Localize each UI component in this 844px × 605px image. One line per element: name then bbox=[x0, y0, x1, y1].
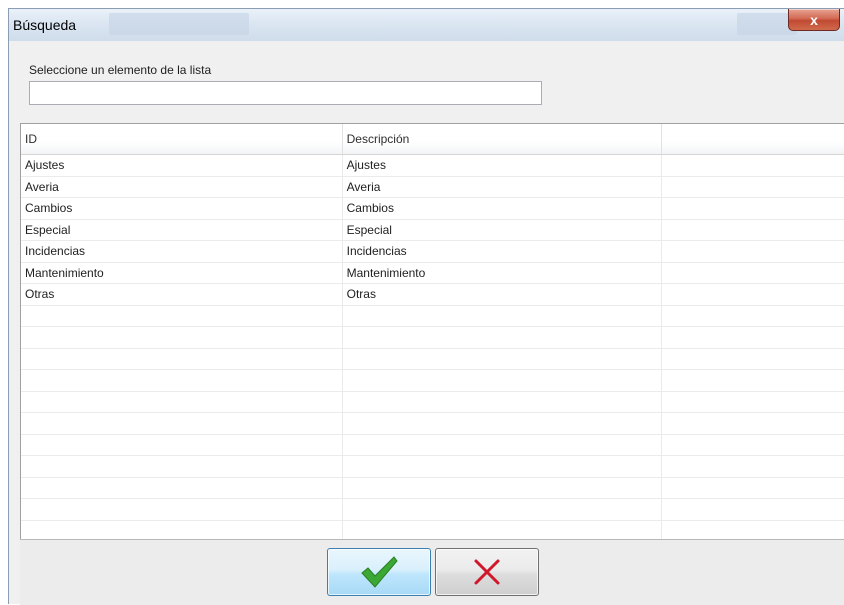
table-row[interactable]: Especial Especial bbox=[21, 219, 844, 241]
empty-cell bbox=[662, 478, 844, 499]
button-bar bbox=[20, 539, 844, 605]
grid-body: Ajustes Ajustes Averia Averia Cambios Cambios… bbox=[21, 155, 844, 539]
empty-cell bbox=[343, 456, 663, 477]
table-row[interactable]: Averia Averia bbox=[21, 176, 844, 198]
empty-cell bbox=[662, 327, 844, 348]
empty-cell bbox=[21, 391, 343, 412]
table-row[interactable]: Ajustes Ajustes bbox=[21, 155, 844, 177]
search-input[interactable] bbox=[29, 81, 542, 105]
cell-id: Otras bbox=[21, 284, 343, 305]
cell-id: Averia bbox=[21, 176, 343, 197]
empty-cell bbox=[21, 499, 343, 520]
empty-cell bbox=[343, 370, 663, 391]
cell-id: Mantenimiento bbox=[21, 262, 343, 283]
empty-row bbox=[21, 477, 844, 499]
empty-cell bbox=[343, 391, 663, 412]
empty-cell bbox=[662, 349, 844, 370]
empty-row bbox=[21, 434, 844, 456]
cell-extra bbox=[662, 263, 844, 284]
close-icon: x bbox=[810, 11, 818, 28]
empty-cell bbox=[343, 499, 663, 520]
cell-descripcion: Cambios bbox=[343, 198, 663, 219]
empty-cell bbox=[662, 435, 844, 456]
empty-row bbox=[21, 456, 844, 478]
cell-descripcion: Especial bbox=[343, 219, 663, 240]
table-row[interactable]: Incidencias Incidencias bbox=[21, 241, 844, 263]
title-bar[interactable]: Búsqueda x bbox=[9, 9, 844, 41]
empty-cell bbox=[662, 521, 844, 540]
empty-cell bbox=[662, 413, 844, 434]
empty-row bbox=[21, 499, 844, 521]
empty-row bbox=[21, 520, 844, 540]
table-row[interactable]: Mantenimiento Mantenimiento bbox=[21, 262, 844, 284]
empty-cell bbox=[21, 456, 343, 477]
empty-cell bbox=[21, 305, 343, 326]
empty-cell bbox=[343, 348, 663, 369]
empty-cell bbox=[21, 477, 343, 498]
checkmark-icon bbox=[361, 556, 398, 588]
titlebar-background-ghost bbox=[109, 13, 249, 35]
empty-cell bbox=[343, 477, 663, 498]
cell-id: Incidencias bbox=[21, 241, 343, 262]
empty-cell bbox=[21, 370, 343, 391]
empty-cell bbox=[343, 520, 663, 539]
empty-cell bbox=[21, 327, 343, 348]
cell-descripcion: Mantenimiento bbox=[343, 262, 663, 283]
column-header-id[interactable]: ID bbox=[21, 124, 343, 154]
table-row[interactable]: Otras Otras bbox=[21, 284, 844, 306]
cell-extra bbox=[662, 220, 844, 241]
dialog-window: Búsqueda x Seleccione un elemento de la … bbox=[8, 8, 844, 605]
empty-row bbox=[21, 391, 844, 413]
empty-row bbox=[21, 370, 844, 392]
cancel-button[interactable] bbox=[435, 548, 539, 596]
cell-descripcion: Incidencias bbox=[343, 241, 663, 262]
empty-cell bbox=[662, 370, 844, 391]
column-header-descripcion[interactable]: Descripción bbox=[343, 124, 663, 154]
empty-cell bbox=[21, 434, 343, 455]
cell-extra bbox=[662, 284, 844, 305]
cell-id: Ajustes bbox=[21, 155, 343, 176]
empty-row bbox=[21, 413, 844, 435]
cell-id: Cambios bbox=[21, 198, 343, 219]
cross-icon bbox=[474, 559, 500, 585]
table-row[interactable]: Cambios Cambios bbox=[21, 198, 844, 220]
window-title: Búsqueda bbox=[13, 17, 77, 33]
close-button[interactable]: x bbox=[788, 9, 840, 31]
cell-extra bbox=[662, 155, 844, 176]
empty-cell bbox=[21, 520, 343, 539]
cell-extra bbox=[662, 177, 844, 198]
grid-header: ID Descripción bbox=[21, 124, 844, 155]
instruction-label: Seleccione un elemento de la lista bbox=[29, 63, 212, 77]
column-header-empty[interactable] bbox=[662, 124, 844, 154]
empty-cell bbox=[343, 327, 663, 348]
accept-button[interactable] bbox=[327, 548, 431, 596]
empty-cell bbox=[662, 306, 844, 327]
empty-cell bbox=[662, 392, 844, 413]
empty-row bbox=[21, 305, 844, 327]
empty-cell bbox=[21, 413, 343, 434]
empty-cell bbox=[662, 456, 844, 477]
cell-extra bbox=[662, 198, 844, 219]
results-grid: ID Descripción Ajustes Ajustes Averia Averi… bbox=[20, 123, 844, 539]
cell-descripcion: Averia bbox=[343, 176, 663, 197]
empty-cell bbox=[662, 499, 844, 520]
empty-row bbox=[21, 348, 844, 370]
empty-row bbox=[21, 327, 844, 349]
empty-cell bbox=[343, 413, 663, 434]
empty-cell bbox=[343, 434, 663, 455]
cell-id: Especial bbox=[21, 219, 343, 240]
cell-descripcion: Otras bbox=[343, 284, 663, 305]
cell-descripcion: Ajustes bbox=[343, 155, 663, 176]
cell-extra bbox=[662, 241, 844, 262]
empty-cell bbox=[343, 305, 663, 326]
empty-cell bbox=[21, 348, 343, 369]
